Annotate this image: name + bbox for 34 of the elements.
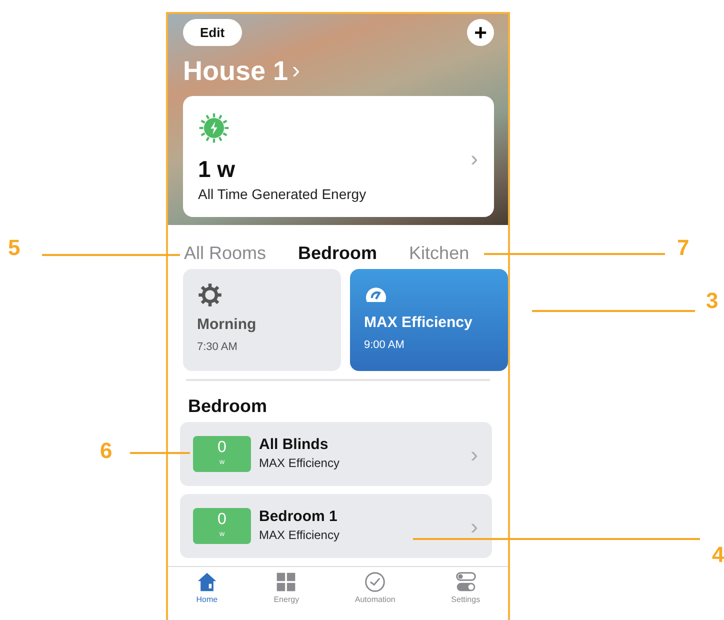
chevron-icon: ›	[470, 142, 478, 175]
callout-number: 7	[677, 236, 690, 260]
callout-number: 6	[100, 439, 112, 463]
chevron-icon: ›	[470, 510, 478, 543]
room-tab[interactable]: Kitchen	[409, 236, 470, 270]
room-tab[interactable]: Bedroom	[298, 236, 378, 270]
house-icon	[196, 571, 218, 594]
device-name: Bedroom 1	[259, 508, 338, 526]
device-name: All Blinds	[259, 436, 330, 454]
device-mode: MAX Efficiency	[259, 455, 340, 472]
energy-label: All Time Generated Energy	[198, 185, 368, 204]
room-tab[interactable]: All Rooms	[184, 236, 266, 270]
callout-number: 3	[706, 289, 718, 313]
energy-card[interactable]: 1 w All Time Generated Energy ›	[183, 96, 494, 217]
power-value: 0	[218, 512, 226, 528]
leader-line	[130, 452, 190, 454]
chevron-icon: ›	[470, 438, 478, 471]
edit-button[interactable]: Edit	[183, 19, 242, 46]
callout-number: 5	[8, 236, 20, 260]
energy-value: 1 w	[198, 156, 236, 182]
device-mode: MAX Efficiency	[259, 527, 340, 544]
section-title: Bedroom	[188, 394, 268, 417]
callout-number: 4	[712, 543, 724, 567]
scene-card[interactable]: Morning 7:30 AM	[183, 269, 341, 372]
scene-card[interactable]: MAX Efficiency 9:00 AM	[350, 269, 508, 372]
grid-icon	[275, 571, 298, 594]
nav-tab[interactable]: Energy	[274, 571, 300, 612]
add-button[interactable]: +	[467, 19, 494, 46]
power-value: 0	[218, 440, 226, 456]
nav-tab[interactable]: Settings	[451, 571, 480, 612]
toggles-icon	[454, 571, 477, 594]
nav-tab[interactable]: Home	[196, 571, 218, 612]
nav-tab[interactable]: Automation	[354, 571, 396, 612]
sun-bolt-icon	[198, 112, 230, 144]
